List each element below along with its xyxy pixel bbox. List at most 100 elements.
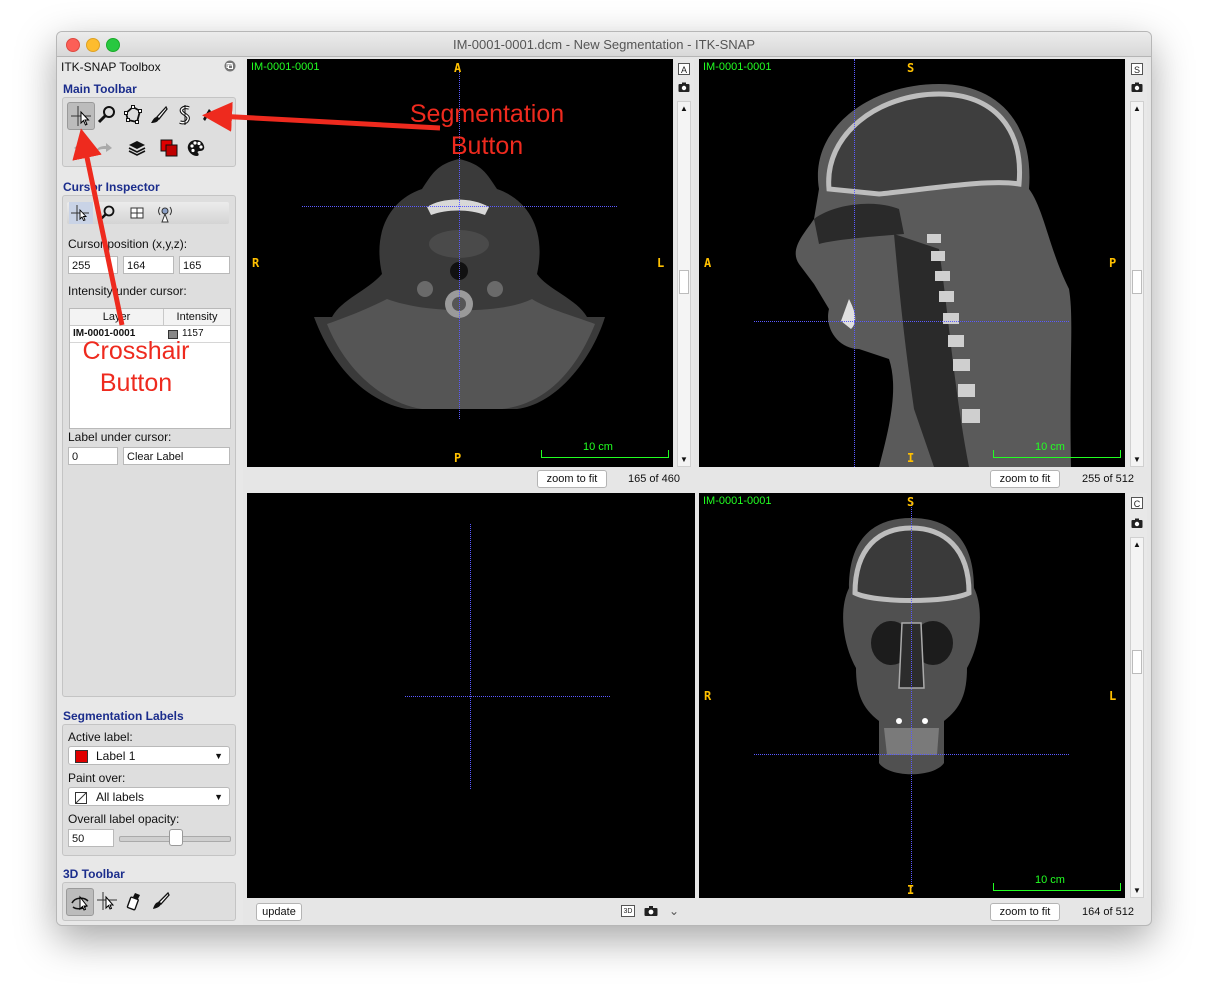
polygon-tool-button[interactable] xyxy=(120,102,146,128)
crosshair-3d-vertical xyxy=(470,524,471,789)
paintbrush-icon xyxy=(151,105,168,123)
label-under-cursor-label: Label under cursor: xyxy=(68,430,172,444)
coronal-orient-top: S xyxy=(907,495,915,509)
axial-orient-bottom: P xyxy=(454,451,462,465)
crosshair-3d-button[interactable] xyxy=(94,888,120,914)
layers-button[interactable] xyxy=(124,135,150,161)
snake-segmentation-tool-button[interactable] xyxy=(172,102,198,128)
title-bar: IM-0001-0001.dcm - New Segmentation - IT… xyxy=(57,32,1151,57)
axial-slice-scrollbar[interactable]: ▲ ▼ xyxy=(677,101,691,467)
camera-icon[interactable] xyxy=(1131,517,1143,532)
axial-scale-bar xyxy=(541,449,669,458)
axial-side-strip: A ▲ ▼ xyxy=(674,59,694,467)
scroll-down-icon: ▼ xyxy=(1133,886,1141,895)
axial-layer-name: IM-0001-0001 xyxy=(251,61,320,73)
label-under-cursor-name: Clear Label xyxy=(123,447,230,465)
crosshair-annotation: Crosshair Button xyxy=(66,335,206,399)
chevron-down-icon: ▼ xyxy=(214,751,223,761)
axial-orient-top: A xyxy=(454,61,462,75)
tab-layout-inspector[interactable] xyxy=(127,202,149,224)
three-d-view[interactable] xyxy=(247,493,695,898)
axial-orient-left: R xyxy=(252,256,260,270)
sagittal-layer-name: IM-0001-0001 xyxy=(703,61,772,73)
active-label-value: Label 1 xyxy=(96,749,136,763)
crosshair-small-icon xyxy=(71,205,89,222)
crosshair-tool-button[interactable] xyxy=(67,102,95,130)
tab-cursor-inspector[interactable] xyxy=(69,202,93,224)
coronal-view[interactable]: IM-0001-0001 S I R L 10 cm xyxy=(699,493,1125,898)
coronal-view-badge[interactable]: C xyxy=(1131,497,1143,509)
cursor-inspector-title: Cursor Inspector xyxy=(63,180,160,194)
palette-icon xyxy=(187,140,205,156)
coronal-orient-bottom: I xyxy=(907,883,915,897)
camera-icon[interactable] xyxy=(1131,81,1143,96)
undo-arrow-icon xyxy=(74,143,90,152)
active-label-dropdown[interactable]: Label 1 ▼ xyxy=(68,746,230,765)
coronal-orient-left: R xyxy=(704,689,712,703)
label-editor-button[interactable] xyxy=(183,135,209,161)
cursor-y-field[interactable]: 164 xyxy=(123,256,174,274)
undock-icon[interactable] xyxy=(224,60,236,72)
toolbox-sidebar: ITK-SNAP Toolbox Main Toolbar Cursor Ins… xyxy=(57,57,243,925)
crosshair-3d-horizontal xyxy=(405,696,610,697)
table-header-intensity: Intensity xyxy=(164,309,230,326)
coronal-slice-scrollbar[interactable]: ▲ ▼ xyxy=(1130,537,1144,898)
opacity-slider-handle[interactable] xyxy=(169,829,183,846)
toolbar-3d-panel xyxy=(62,882,236,921)
magnifier-small-icon xyxy=(99,205,115,221)
sagittal-slice-scrollbar[interactable]: ▲ ▼ xyxy=(1130,101,1144,467)
camera-3d-icon[interactable] xyxy=(644,905,658,920)
axial-scroll-thumb[interactable] xyxy=(679,270,689,294)
chevron-down-3d-icon[interactable]: ⌄ xyxy=(669,904,679,918)
scalpel-3d-button[interactable] xyxy=(121,888,147,914)
spray-can-icon xyxy=(126,893,140,911)
spray-paint-3d-button[interactable] xyxy=(148,888,174,914)
crosshair-3d-icon xyxy=(97,892,117,910)
inspector-tabs xyxy=(67,202,229,224)
opacity-field[interactable]: 50 xyxy=(68,829,114,847)
paint-over-dropdown[interactable]: All labels ▼ xyxy=(68,787,230,806)
sagittal-scale-bar xyxy=(993,449,1121,458)
crosshair-vertical xyxy=(911,503,912,888)
update-3d-button[interactable]: update xyxy=(256,903,302,921)
sagittal-view-badge[interactable]: S xyxy=(1131,63,1143,75)
more-tools-button[interactable] xyxy=(200,102,214,128)
all-labels-icon xyxy=(75,791,87,804)
rotate-3d-icon xyxy=(71,895,89,911)
opacity-label: Overall label opacity: xyxy=(68,812,180,826)
crosshair-vertical xyxy=(854,59,855,467)
sagittal-zoom-to-fit-button[interactable]: zoom to fit xyxy=(990,470,1060,488)
paintbrush-tool-button[interactable] xyxy=(146,102,172,128)
sagittal-orient-right: P xyxy=(1109,256,1117,270)
cursor-z-field[interactable]: 165 xyxy=(179,256,230,274)
coronal-slice-image xyxy=(843,518,980,775)
grid-icon xyxy=(130,207,144,219)
coronal-zoom-to-fit-button[interactable]: zoom to fit xyxy=(990,903,1060,921)
label1-swatch xyxy=(75,750,88,763)
tab-sync-inspector[interactable] xyxy=(155,202,177,224)
sagittal-orient-bottom: I xyxy=(907,451,915,465)
table-header-layer: Layer xyxy=(70,309,164,326)
coronal-scroll-thumb[interactable] xyxy=(1132,650,1142,674)
cursor-x-field[interactable]: 255 xyxy=(68,256,118,274)
axial-view-badge[interactable]: A xyxy=(678,63,690,75)
coronal-side-strip: C ▲ ▼ xyxy=(1127,493,1147,898)
toolbar-3d-title: 3D Toolbar xyxy=(63,867,125,881)
sagittal-view[interactable]: IM-0001-0001 S I A P 10 cm xyxy=(699,59,1125,467)
coronal-orient-right: L xyxy=(1109,689,1117,703)
zoom-tool-button[interactable] xyxy=(94,102,120,128)
axial-zoom-to-fit-button[interactable]: zoom to fit xyxy=(537,470,607,488)
camera-icon[interactable] xyxy=(678,81,690,96)
rotate-3d-button[interactable] xyxy=(66,888,94,916)
coronal-slice-counter: 164 of 512 xyxy=(1082,906,1134,918)
main-toolbar-title: Main Toolbar xyxy=(63,82,137,96)
three-d-view-badge[interactable]: 3D xyxy=(621,905,635,917)
scroll-down-icon: ▼ xyxy=(680,455,688,464)
sagittal-scroll-thumb[interactable] xyxy=(1132,270,1142,294)
coronal-layer-name: IM-0001-0001 xyxy=(703,495,772,507)
label-color-button[interactable] xyxy=(156,135,182,161)
tab-zoom-inspector[interactable] xyxy=(97,202,119,224)
itk-snap-window: IM-0001-0001.dcm - New Segmentation - IT… xyxy=(56,31,1152,926)
crosshair-horizontal xyxy=(754,321,1069,322)
redo-button[interactable] xyxy=(91,135,117,161)
